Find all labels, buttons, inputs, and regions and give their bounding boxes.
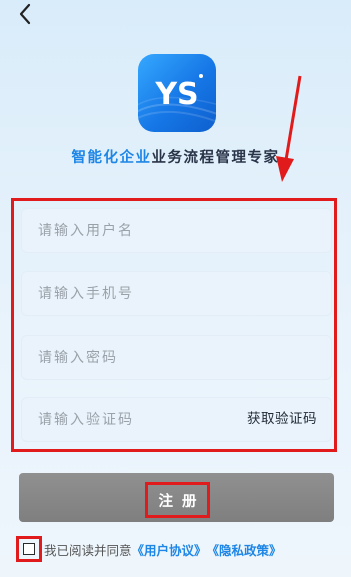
verification-code-field[interactable]: 获取验证码 (21, 397, 332, 442)
chevron-left-icon (19, 3, 31, 25)
password-input[interactable] (22, 336, 238, 379)
agreement-checkbox[interactable] (23, 543, 35, 555)
agreement-text: 我已阅读并同意 (44, 542, 132, 558)
get-code-button[interactable]: 获取验证码 (247, 398, 317, 441)
username-input[interactable] (22, 209, 238, 252)
annotation-arrow (276, 75, 302, 182)
slogan-rest: 业务流程管理专家 (151, 150, 280, 166)
slogan-highlight: 智能化企业 (71, 150, 152, 166)
register-label[interactable]: 注册 (145, 482, 210, 518)
annotation-box-checkbox (16, 536, 42, 562)
phone-field[interactable] (21, 271, 332, 316)
back-button[interactable] (14, 2, 38, 26)
agreement-row: 我已阅读并同意 《用户协议》 《隐私政策》 (16, 536, 282, 562)
app-logo: YS (138, 54, 216, 132)
verification-code-input[interactable] (22, 398, 238, 441)
phone-input[interactable] (22, 272, 238, 315)
privacy-policy-link[interactable]: 《隐私政策》 (207, 540, 282, 559)
logo-text: YS (154, 77, 198, 112)
username-field[interactable] (21, 208, 332, 253)
user-agreement-link[interactable]: 《用户协议》 (132, 540, 207, 559)
password-field[interactable] (21, 335, 332, 380)
